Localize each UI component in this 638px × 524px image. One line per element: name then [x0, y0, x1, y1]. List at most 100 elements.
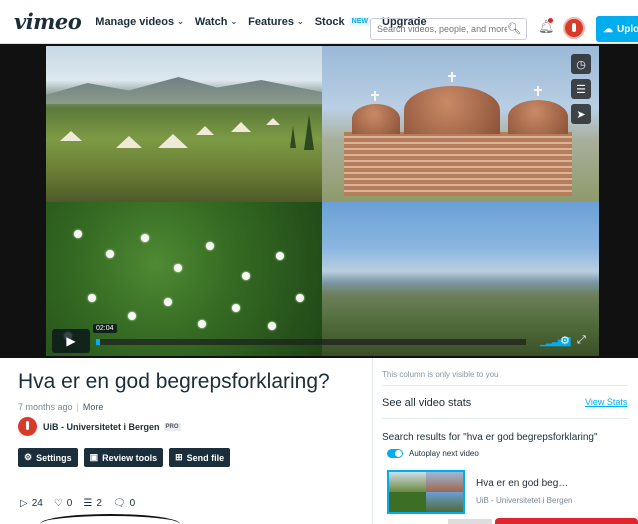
- likes-stat[interactable]: ♡ 0: [54, 498, 73, 509]
- flower: [164, 298, 172, 306]
- nav-manage-videos-label: Manage videos: [95, 15, 175, 28]
- progress-bar-fill: [96, 339, 101, 345]
- flower: [88, 294, 96, 302]
- play-outline-icon: ▷: [20, 498, 28, 509]
- upload-age: 7 months ago: [18, 402, 73, 412]
- search-icon[interactable]: 🔍︎: [507, 22, 521, 35]
- share-paper-plane-icon[interactable]: ➤: [571, 104, 591, 124]
- vimeo-logo[interactable]: vimeo: [14, 9, 82, 34]
- search-results-heading: Search results for "hva er god begrepsfo…: [382, 432, 598, 443]
- chevron-down-icon: ⌄: [297, 17, 304, 26]
- autoplay-label: Autoplay next video: [409, 449, 479, 458]
- plays-stat: ▷ 24: [20, 498, 43, 509]
- nav-stock-label: Stock: [314, 15, 345, 28]
- settings-label: Settings: [36, 452, 72, 463]
- church-building: [344, 72, 574, 196]
- cross: [371, 91, 379, 101]
- chevron-down-icon: ⌄: [177, 17, 184, 26]
- video-player[interactable]: [46, 46, 599, 356]
- video-frame-church: [322, 46, 599, 202]
- upload-button[interactable]: ☁︎ Uplo: [596, 16, 638, 42]
- hut: [116, 136, 142, 148]
- heart-icon: ♡: [53, 498, 63, 509]
- hut: [196, 126, 214, 135]
- autoplay-row[interactable]: Autoplay next video: [387, 449, 479, 458]
- flower: [174, 264, 182, 272]
- thumbnail-quadrant: [389, 492, 426, 512]
- send-file-label: Send file: [186, 452, 225, 463]
- view-stats-link[interactable]: View Stats: [585, 397, 627, 407]
- partial-red-button[interactable]: [495, 518, 638, 524]
- user-avatar[interactable]: [563, 17, 585, 39]
- send-file-button[interactable]: ⊞ Send file: [169, 448, 231, 467]
- review-tools-label: Review tools: [102, 452, 158, 463]
- nav-features[interactable]: Features ⌄: [248, 16, 304, 28]
- autoplay-toggle[interactable]: [387, 449, 403, 458]
- more-link[interactable]: More: [83, 402, 104, 412]
- cloud-upload-icon: ☁︎: [603, 23, 613, 35]
- nav-manage-videos[interactable]: Manage videos ⌄: [95, 16, 184, 28]
- flower: [74, 230, 82, 238]
- video-meta: 7 months ago | More: [18, 402, 103, 412]
- gear-icon: ⚙︎: [24, 452, 33, 462]
- hut: [266, 118, 280, 125]
- progress-bar[interactable]: [96, 339, 526, 345]
- comment-icon: 🗨︎: [112, 498, 126, 509]
- action-buttons: ⚙︎ Settings ▣ Review tools ⊞ Send file: [18, 448, 236, 467]
- mountain-range: [46, 77, 322, 104]
- notification-dot: [548, 18, 553, 23]
- comment-box-icon: ▣: [89, 452, 99, 462]
- owner-avatar[interactable]: [18, 417, 37, 436]
- hut: [158, 134, 188, 148]
- comments-stat[interactable]: 🗨︎ 0: [113, 498, 135, 509]
- flower: [232, 304, 240, 312]
- collections-stack-icon[interactable]: ☰: [571, 79, 591, 99]
- settings-button[interactable]: ⚙︎ Settings: [18, 448, 78, 467]
- tree: [304, 114, 314, 150]
- timecode-tooltip: 02:04: [93, 324, 117, 333]
- divider: [382, 385, 628, 386]
- player-controls: ▶︎ 02:04 ▁▂▃▅▇ ⚙︎ ⤢: [46, 324, 599, 356]
- partial-button: [448, 519, 492, 524]
- settings-gear-icon[interactable]: ⚙︎: [560, 334, 570, 347]
- likes-count: 0: [66, 498, 73, 509]
- review-tools-button[interactable]: ▣ Review tools: [83, 448, 164, 467]
- upload-label: Uplo: [617, 23, 638, 35]
- next-video-owner[interactable]: UiB - Universitetet i Bergen: [476, 496, 572, 505]
- fullscreen-icon[interactable]: ⤢: [577, 334, 586, 347]
- owner-sidebar: This column is only visible to you See a…: [372, 358, 638, 524]
- owner-row[interactable]: UiB - Universitetet i Bergen PRO: [18, 417, 181, 436]
- next-video-thumbnail[interactable]: [387, 470, 465, 514]
- flower: [276, 252, 284, 260]
- collections-stat[interactable]: ☰ 2: [83, 498, 102, 509]
- video-frame-alpine-meadow: [46, 46, 322, 202]
- flower: [296, 294, 304, 302]
- flower: [242, 272, 250, 280]
- flower: [206, 242, 214, 250]
- comments-count: 0: [129, 498, 136, 509]
- owner-name[interactable]: UiB - Universitetet i Bergen: [43, 422, 160, 432]
- video-stats: ▷ 24 ♡ 0 ☰ 2 🗨︎ 0: [20, 498, 146, 509]
- nav-features-label: Features: [248, 15, 294, 28]
- pro-badge: PRO: [163, 422, 181, 431]
- hut: [231, 122, 251, 132]
- next-video-title[interactable]: Hva er en god beg…: [476, 478, 568, 489]
- hut: [60, 131, 82, 141]
- flower: [106, 250, 114, 258]
- search-box[interactable]: 🔍︎: [370, 18, 527, 40]
- plays-count: 24: [31, 498, 43, 509]
- divider: [382, 418, 628, 419]
- church-main-dome: [404, 86, 500, 134]
- video-title: Hva er en god begrepsforklaring?: [18, 370, 330, 393]
- play-icon: ▶︎: [66, 334, 76, 348]
- flower: [141, 234, 149, 242]
- watch-later-clock-icon[interactable]: ◷: [571, 54, 591, 74]
- search-input[interactable]: [377, 24, 507, 34]
- nav-watch[interactable]: Watch ⌄: [195, 16, 237, 28]
- all-video-stats-label: See all video stats: [382, 397, 472, 409]
- visibility-note: This column is only visible to you: [382, 370, 499, 379]
- cross: [448, 72, 456, 82]
- nav-stock[interactable]: Stock NEW: [314, 15, 372, 28]
- play-button[interactable]: ▶︎: [52, 329, 90, 353]
- nav-watch-label: Watch: [194, 15, 228, 28]
